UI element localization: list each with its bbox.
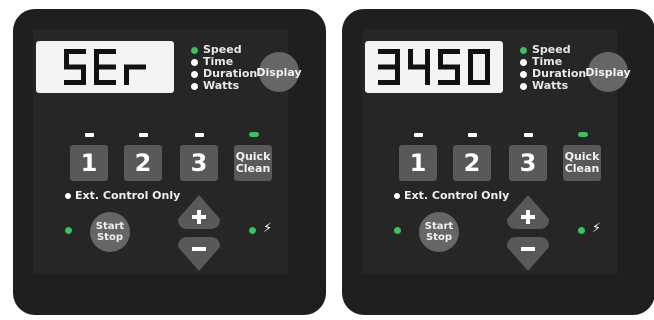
up-arrow-plus-icon bbox=[178, 195, 220, 229]
power-status-led bbox=[578, 227, 585, 234]
ext-control-led bbox=[65, 192, 71, 199]
ext-control-label: Ext. Control Only bbox=[404, 189, 510, 202]
lcd-digits bbox=[378, 49, 490, 85]
lcd-segment bbox=[124, 64, 146, 70]
display-button[interactable]: Display bbox=[256, 52, 302, 92]
pump-control-panel-1: Speed Time Duration Watts Display 1 2 3 … bbox=[13, 9, 326, 315]
lcd-digit bbox=[438, 49, 460, 85]
lcd-segment bbox=[94, 49, 99, 67]
watts-indicator-led bbox=[191, 82, 198, 90]
lcd-digit bbox=[408, 49, 430, 85]
preset-2-button[interactable]: 2 bbox=[124, 145, 162, 181]
lcd-segment bbox=[438, 49, 443, 67]
decrease-button[interactable] bbox=[176, 235, 222, 273]
down-arrow-minus-icon bbox=[178, 237, 220, 271]
pump-control-panel-2: Speed Time Duration Watts Display 1 2 3 … bbox=[342, 9, 654, 315]
lcd-digit bbox=[468, 49, 490, 85]
quick-clean-led bbox=[249, 132, 259, 137]
lcd-segment bbox=[64, 80, 86, 85]
lcd-segment bbox=[438, 64, 460, 70]
lcd-segment bbox=[468, 49, 473, 67]
speed-indicator-led bbox=[191, 46, 198, 54]
lcd-segment bbox=[438, 80, 460, 85]
quick-clean-label-line2: Clean bbox=[235, 162, 271, 175]
preset-1-button[interactable]: 1 bbox=[70, 145, 108, 181]
lcd-segment bbox=[64, 49, 69, 67]
mode-legend: Speed Time Duration Watts bbox=[520, 44, 586, 92]
legend-label: Watts bbox=[203, 79, 240, 92]
power-status-led bbox=[249, 227, 256, 234]
legend-item-watts: Watts bbox=[191, 80, 257, 92]
preset-1-led bbox=[85, 133, 94, 137]
mode-legend: Speed Time Duration Watts bbox=[191, 44, 257, 92]
preset-2-led bbox=[468, 133, 477, 137]
preset-2-button[interactable]: 2 bbox=[453, 145, 491, 181]
lcd-segment bbox=[425, 67, 430, 85]
preset-3-button[interactable]: 3 bbox=[509, 145, 547, 181]
lcd-digits bbox=[64, 49, 146, 85]
lcd-segment bbox=[408, 64, 430, 70]
display-button[interactable]: Display bbox=[585, 52, 631, 92]
preset-3-button[interactable]: 3 bbox=[180, 145, 218, 181]
lcd-digit bbox=[124, 64, 146, 85]
lcd-segment bbox=[94, 64, 116, 70]
increase-button[interactable] bbox=[505, 193, 551, 231]
duration-indicator-led bbox=[191, 70, 198, 78]
up-arrow-plus-icon bbox=[507, 195, 549, 229]
lcd-segment bbox=[485, 49, 490, 67]
legend-label: Watts bbox=[532, 79, 569, 92]
preset-3-led bbox=[195, 133, 204, 137]
preset-2-led bbox=[139, 133, 148, 137]
time-indicator-led bbox=[191, 58, 198, 66]
quick-clean-button[interactable]: Quick Clean bbox=[563, 145, 601, 181]
quick-clean-label-line2: Clean bbox=[564, 162, 600, 175]
run-status-led bbox=[394, 227, 401, 234]
watts-indicator-led bbox=[520, 82, 527, 90]
power-bolt-icon: ⚡ bbox=[592, 221, 602, 236]
lcd-segment bbox=[64, 64, 86, 70]
lcd-display bbox=[36, 41, 174, 93]
ext-control-led bbox=[394, 192, 400, 199]
preset-1-button[interactable]: 1 bbox=[399, 145, 437, 181]
lcd-segment bbox=[468, 67, 473, 85]
start-stop-button[interactable]: Start Stop bbox=[90, 212, 130, 252]
power-bolt-icon: ⚡ bbox=[263, 221, 273, 236]
quick-clean-button[interactable]: Quick Clean bbox=[234, 145, 272, 181]
run-status-led bbox=[65, 227, 72, 234]
start-stop-label-line2: Stop bbox=[96, 232, 123, 243]
lcd-segment bbox=[124, 67, 129, 85]
legend-item-watts: Watts bbox=[520, 80, 586, 92]
lcd-segment bbox=[425, 49, 430, 67]
preset-1-led bbox=[414, 133, 423, 137]
quick-clean-led bbox=[578, 132, 588, 137]
start-stop-button[interactable]: Start Stop bbox=[419, 212, 459, 252]
preset-3-led bbox=[524, 133, 533, 137]
start-stop-label-line1: Start bbox=[95, 221, 125, 232]
lcd-segment bbox=[94, 67, 99, 85]
ext-control-indicator: Ext. Control Only bbox=[394, 189, 509, 202]
ext-control-indicator: Ext. Control Only bbox=[65, 189, 180, 202]
speed-indicator-led bbox=[520, 46, 527, 54]
lcd-segment bbox=[378, 80, 400, 85]
start-stop-label-line2: Stop bbox=[425, 232, 452, 243]
ext-control-label: Ext. Control Only bbox=[75, 189, 181, 202]
duration-indicator-led bbox=[520, 70, 527, 78]
decrease-button[interactable] bbox=[505, 235, 551, 273]
lcd-segment bbox=[378, 64, 400, 70]
lcd-segment bbox=[395, 49, 400, 67]
lcd-digit bbox=[378, 49, 400, 85]
lcd-segment bbox=[408, 49, 413, 67]
lcd-digit bbox=[94, 49, 116, 85]
lcd-digit bbox=[64, 49, 86, 85]
start-stop-label-line1: Start bbox=[424, 221, 454, 232]
lcd-display bbox=[365, 41, 503, 93]
down-arrow-minus-icon bbox=[507, 237, 549, 271]
increase-button[interactable] bbox=[176, 193, 222, 231]
time-indicator-led bbox=[520, 58, 527, 66]
